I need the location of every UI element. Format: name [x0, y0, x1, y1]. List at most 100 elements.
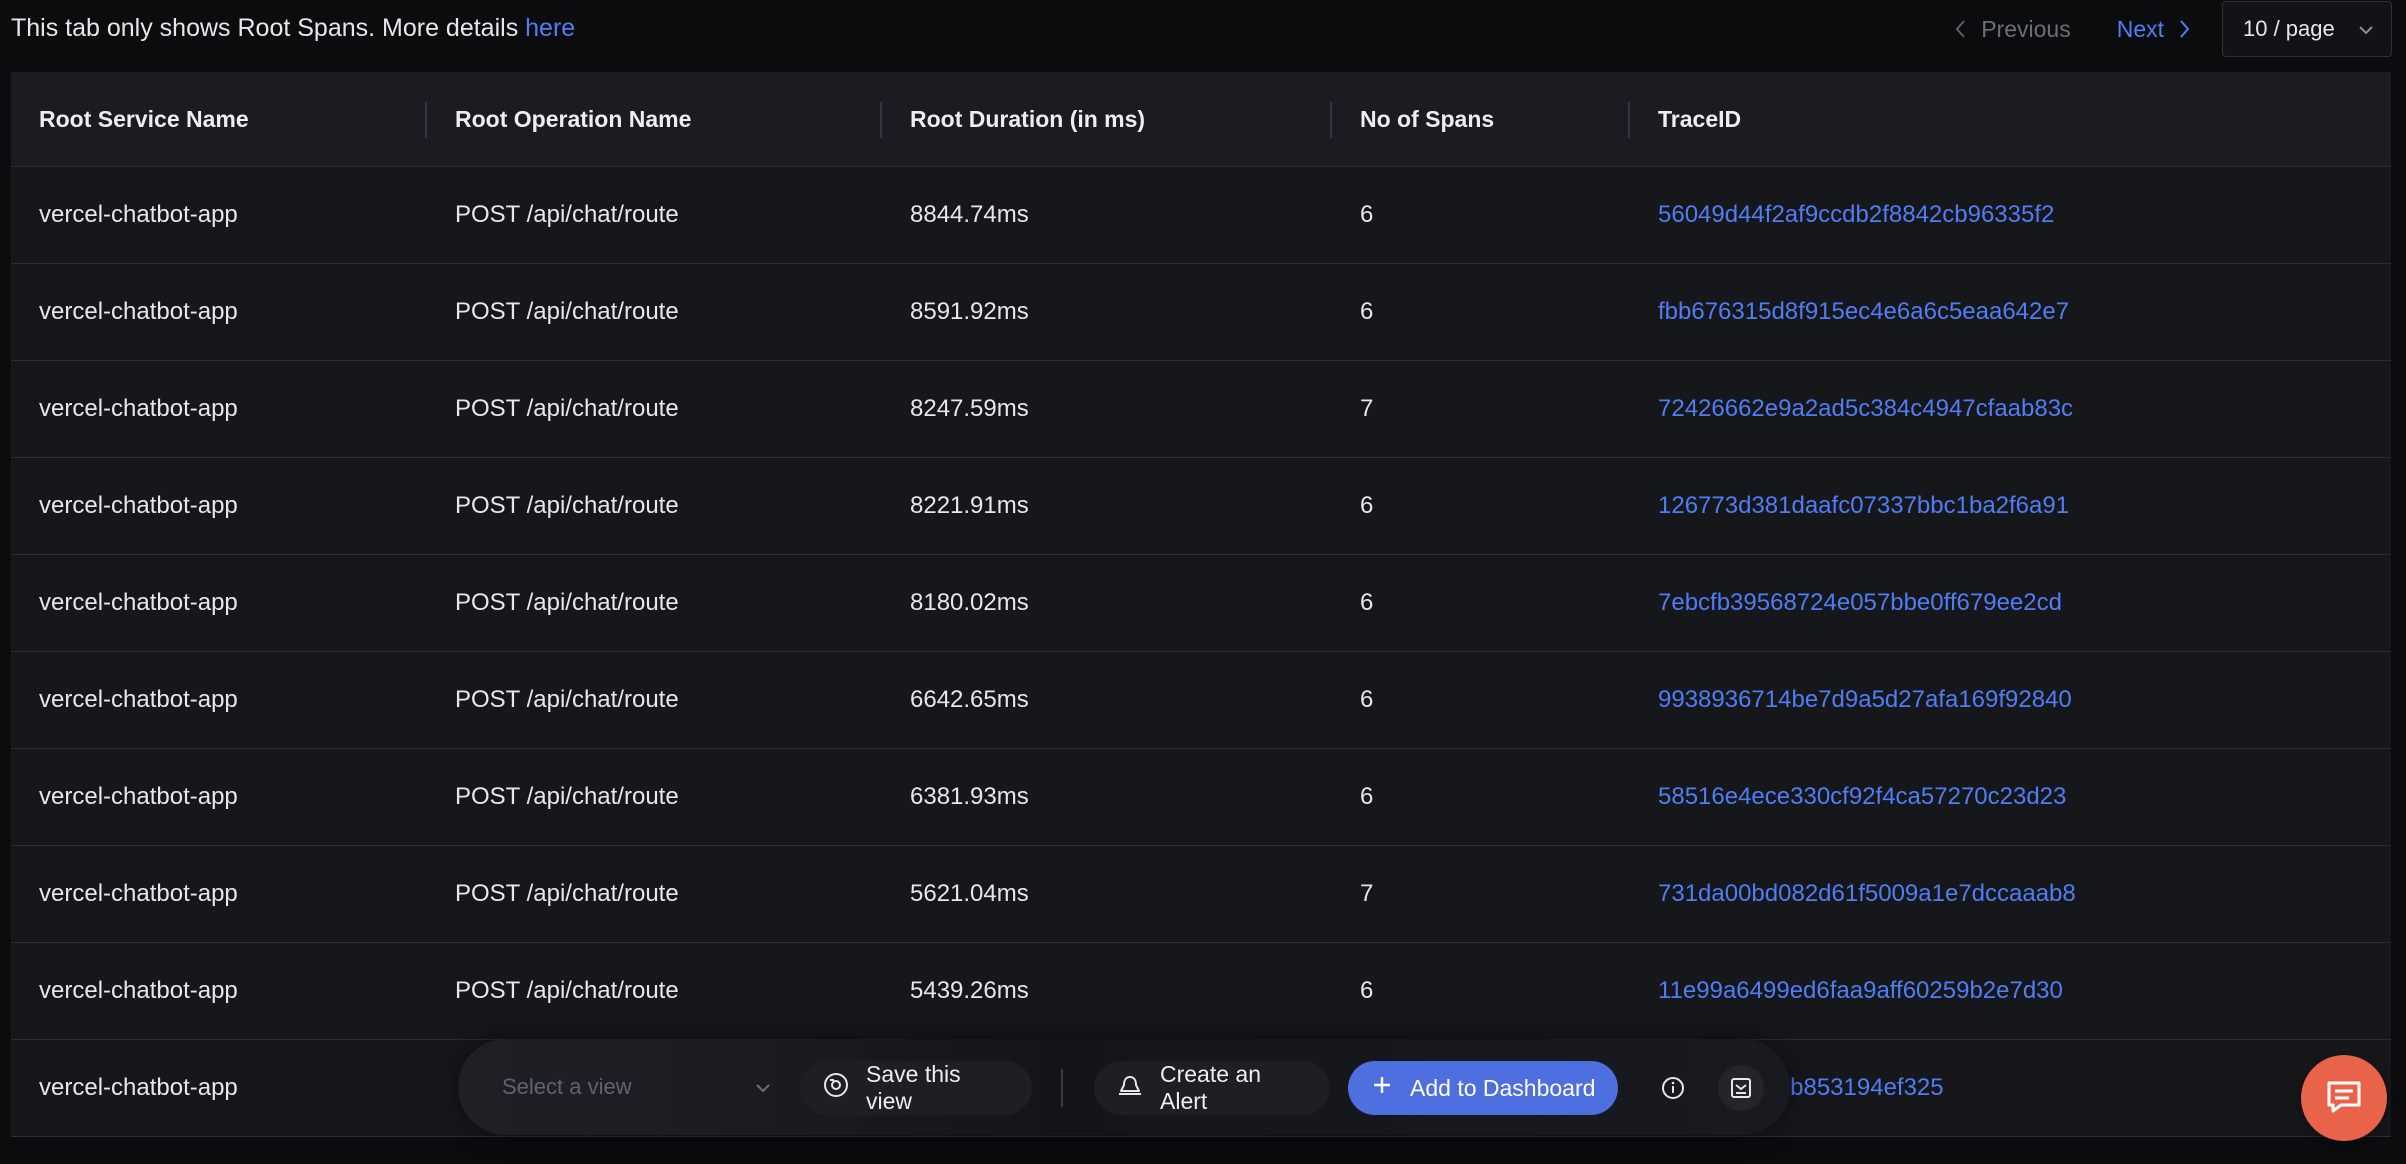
- table-row[interactable]: vercel-chatbot-app POST /api/chat/route 85…: [11, 264, 2391, 361]
- cell-service-name: vercel-chatbot-app: [39, 977, 238, 1004]
- cell-span-count: 7: [1360, 395, 1374, 422]
- bell-icon: [1116, 1071, 1144, 1105]
- cell-duration: 8247.59ms: [910, 395, 1029, 422]
- traces-table: Root Service Name Root Operation Name Ro…: [11, 72, 2391, 1137]
- column-header[interactable]: Root Service Name: [11, 72, 427, 166]
- cell-service-name: vercel-chatbot-app: [39, 589, 238, 616]
- top-bar: This tab only shows Root Spans. More det…: [0, 0, 2406, 70]
- trace-id-link[interactable]: 9938936714be7d9a5d27afa169f92840: [1630, 686, 2391, 714]
- panel-icon[interactable]: [1718, 1065, 1764, 1111]
- column-header[interactable]: Root Operation Name: [427, 72, 882, 166]
- disk-icon: [822, 1071, 850, 1105]
- chevron-down-icon: [2357, 16, 2375, 42]
- chat-icon: [2323, 1075, 2365, 1122]
- cell-operation-name: POST /api/chat/route: [455, 686, 679, 713]
- column-header-label: TraceID: [1658, 105, 1742, 132]
- column-header[interactable]: TraceID: [1630, 72, 2391, 166]
- cell-operation-name: POST /api/chat/route: [455, 589, 679, 616]
- column-header[interactable]: Root Duration (in ms): [882, 72, 1332, 166]
- column-header-label: Root Operation Name: [455, 105, 692, 132]
- table-row[interactable]: vercel-chatbot-app POST /api/chat/route 88…: [11, 167, 2391, 264]
- trace-id-link[interactable]: 58516e4ece330cf92f4ca57270c23d23: [1630, 783, 2391, 811]
- add-to-dashboard-label: Add to Dashboard: [1410, 1074, 1596, 1101]
- cell-duration: 6642.65ms: [910, 686, 1029, 713]
- create-alert-button[interactable]: Create an Alert: [1094, 1061, 1330, 1115]
- page-size-select[interactable]: 10 / page: [2222, 1, 2392, 57]
- cell-service-name: vercel-chatbot-app: [39, 395, 238, 422]
- cell-span-count: 6: [1360, 686, 1374, 713]
- create-alert-label: Create an Alert: [1160, 1061, 1262, 1114]
- cell-span-count: 6: [1360, 977, 1374, 1004]
- column-header-label: No of Spans: [1360, 105, 1495, 132]
- cell-duration: 6381.93ms: [910, 783, 1029, 810]
- cell-service-name: vercel-chatbot-app: [39, 298, 238, 325]
- notice-details-link[interactable]: here: [525, 14, 575, 42]
- cell-duration: 5439.26ms: [910, 977, 1029, 1004]
- table-row[interactable]: vercel-chatbot-app POST /api/chat/route 81…: [11, 555, 2391, 652]
- toolbar-divider: [1061, 1069, 1063, 1107]
- cell-span-count: 7: [1360, 880, 1374, 907]
- save-view-label: Save this view: [866, 1061, 961, 1114]
- trace-id-link[interactable]: 7ebcfb39568724e057bbe0ff679ee2cd: [1630, 589, 2391, 617]
- trace-id-link[interactable]: 72426662e9a2ad5c384c4947cfaab83c: [1630, 395, 2391, 423]
- save-view-button[interactable]: Save this view: [800, 1061, 1032, 1115]
- cell-span-count: 6: [1360, 589, 1374, 616]
- cell-span-count: 6: [1360, 201, 1374, 228]
- view-select-placeholder: Select a view: [502, 1074, 632, 1099]
- trace-id-link[interactable]: 56049d44f2af9ccdb2f8842cb96335f2: [1630, 201, 2391, 229]
- cell-duration: 8591.92ms: [910, 298, 1029, 325]
- trace-id-link[interactable]: 731da00bd082d61f5009a1e7dccaaab8: [1630, 880, 2391, 908]
- table-row[interactable]: vercel-chatbot-app POST /api/chat/route 66…: [11, 652, 2391, 749]
- column-header-label: Root Service Name: [39, 105, 249, 132]
- plus-icon: [1370, 1073, 1394, 1103]
- table-row[interactable]: vercel-chatbot-app POST /api/chat/route 82…: [11, 458, 2391, 555]
- cell-service-name: vercel-chatbot-app: [39, 201, 238, 228]
- cell-operation-name: POST /api/chat/route: [455, 492, 679, 519]
- pagination: Previous Next 10 / page: [1953, 0, 2392, 58]
- notice-text: This tab only shows Root Spans. More det…: [11, 14, 526, 42]
- cell-operation-name: POST /api/chat/route: [455, 880, 679, 907]
- previous-page-button[interactable]: Previous: [1953, 15, 2071, 43]
- column-header-label: Root Duration (in ms): [910, 105, 1146, 132]
- trace-id-link[interactable]: fbb676315d8f915ec4e6a6c5eaa642e7: [1630, 298, 2391, 326]
- table-row[interactable]: vercel-chatbot-app POST /api/chat/route 82…: [11, 361, 2391, 458]
- table-body: vercel-chatbot-app POST /api/chat/route 88…: [11, 167, 2391, 1137]
- cell-service-name: vercel-chatbot-app: [39, 1074, 238, 1101]
- chat-support-button[interactable]: [2301, 1055, 2387, 1141]
- cell-operation-name: POST /api/chat/route: [455, 783, 679, 810]
- cell-span-count: 6: [1360, 492, 1374, 519]
- chevron-down-icon: [754, 1074, 772, 1100]
- table-row[interactable]: vercel-chatbot-app POST /api/chat/route 63…: [11, 749, 2391, 846]
- cell-operation-name: POST /api/chat/route: [455, 395, 679, 422]
- view-toolbar: Select a view Save this view Create an A…: [458, 1039, 1790, 1135]
- add-to-dashboard-button[interactable]: Add to Dashboard: [1348, 1061, 1618, 1115]
- table-header: Root Service Name Root Operation Name Ro…: [11, 72, 2391, 167]
- cell-service-name: vercel-chatbot-app: [39, 492, 238, 519]
- previous-label: Previous: [1981, 15, 2071, 42]
- view-select[interactable]: Select a view: [502, 1063, 772, 1111]
- cell-duration: 8180.02ms: [910, 589, 1029, 616]
- cell-duration: 8221.91ms: [910, 492, 1029, 519]
- next-label: Next: [2116, 15, 2164, 42]
- cell-duration: 5621.04ms: [910, 880, 1029, 907]
- cell-operation-name: POST /api/chat/route: [455, 298, 679, 325]
- cell-service-name: vercel-chatbot-app: [39, 686, 238, 713]
- root-spans-notice: This tab only shows Root Spans. More det…: [11, 14, 575, 43]
- cell-service-name: vercel-chatbot-app: [39, 880, 238, 907]
- column-header[interactable]: No of Spans: [1332, 72, 1630, 166]
- trace-id-link[interactable]: 11e99a6499ed6faa9aff60259b2e7d30: [1630, 977, 2391, 1005]
- cell-span-count: 6: [1360, 298, 1374, 325]
- chevron-right-icon: [2178, 18, 2192, 40]
- chevron-left-icon: [1953, 18, 1967, 40]
- page-size-value: 10 / page: [2243, 16, 2335, 41]
- cell-operation-name: POST /api/chat/route: [455, 977, 679, 1004]
- trace-id-link[interactable]: 126773d381daafc07337bbc1ba2f6a91: [1630, 492, 2391, 520]
- table-row[interactable]: vercel-chatbot-app POST /api/chat/route 54…: [11, 943, 2391, 1040]
- table-row[interactable]: vercel-chatbot-app POST /api/chat/route 56…: [11, 846, 2391, 943]
- next-page-button[interactable]: Next: [2117, 16, 2192, 43]
- cell-span-count: 6: [1360, 783, 1374, 810]
- cell-service-name: vercel-chatbot-app: [39, 783, 238, 810]
- cell-operation-name: POST /api/chat/route: [455, 201, 679, 228]
- info-icon[interactable]: [1650, 1065, 1696, 1111]
- cell-duration: 8844.74ms: [910, 201, 1029, 228]
